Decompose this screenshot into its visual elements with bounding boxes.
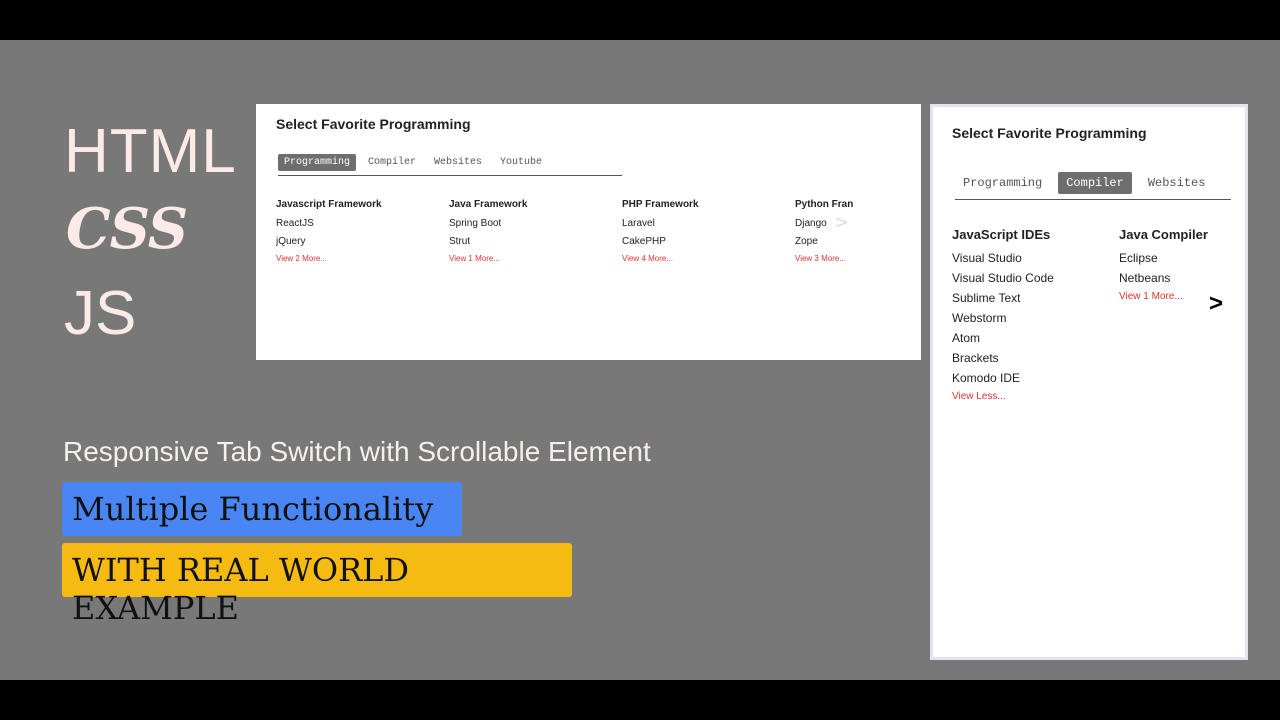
scroll-right-icon[interactable]: > <box>1209 290 1223 318</box>
tab-compiler[interactable]: Compiler <box>1058 171 1132 194</box>
list-item: CakePHP <box>622 236 666 247</box>
tab-programming[interactable]: Programming <box>278 153 357 171</box>
view-more-link[interactable]: View 2 More... <box>276 254 446 263</box>
list-item: Komodo IDE <box>952 371 1021 385</box>
card-title: Select Favorite Programming <box>276 116 471 132</box>
list-item: Laravel <box>622 218 655 229</box>
list-item: Webstorm <box>952 311 1007 325</box>
view-less-link[interactable]: View Less... <box>952 391 1112 402</box>
tab-youtube[interactable]: Youtube <box>494 154 548 171</box>
wide-tab-card: Select Favorite Programming Programming … <box>256 104 921 360</box>
column-java-framework: Java Framework Spring Boot Strut View 1 … <box>449 199 619 263</box>
list-item: Atom <box>952 331 981 345</box>
column-php-framework: PHP Framework Laravel CakePHP View 4 Mor… <box>622 199 792 263</box>
real-world-example-badge: WITH REAL WORLD EXAMPLE <box>62 543 572 627</box>
html-heading: HTML <box>64 117 237 186</box>
list-item: Strut <box>449 236 471 247</box>
tab-programming[interactable]: Programming <box>955 172 1050 194</box>
tab-compiler[interactable]: Compiler <box>362 154 422 171</box>
list-item: Visual Studio Code <box>952 271 1054 285</box>
tab-websites[interactable]: Websites <box>428 154 488 171</box>
tab-bar: Programming Compiler Websites <box>955 166 1231 200</box>
column-javascript-framework: Javascript Framework ReactJS jQuery View… <box>276 199 446 263</box>
column-heading: JavaScript IDEs <box>952 227 1051 242</box>
list-item: ReactJS <box>276 218 314 229</box>
list-item: Brackets <box>952 351 999 365</box>
column-heading: Java Compiler <box>1119 227 1208 242</box>
js-heading: JS <box>64 279 137 348</box>
view-more-link[interactable]: View 3 More... <box>795 254 855 263</box>
list-item: Sublime Text <box>952 291 1021 305</box>
tab-websites[interactable]: Websites <box>1140 172 1214 194</box>
css-heading: CSS <box>66 196 188 262</box>
multiple-functionality-badge: Multiple Functionality <box>62 482 462 536</box>
list-item: Spring Boot <box>449 218 502 229</box>
list-item: Netbeans <box>1119 271 1171 285</box>
tab-bar: Programming Compiler Websites Youtube <box>278 149 622 176</box>
view-more-link[interactable]: View 4 More... <box>622 254 792 263</box>
column-heading: Python Fran <box>795 199 854 210</box>
narrow-tab-card: Select Favorite Programming Programming … <box>930 104 1248 660</box>
video-subtitle: Responsive Tab Switch with Scrollable El… <box>63 436 651 467</box>
scroll-right-icon[interactable]: > <box>834 212 849 233</box>
column-javascript-ides: JavaScript IDEs Visual Studio Visual Stu… <box>952 227 1112 402</box>
card-title: Select Favorite Programming <box>952 125 1147 141</box>
list-item: Eclipse <box>1119 251 1158 265</box>
column-heading: Javascript Framework <box>276 199 382 210</box>
view-more-link[interactable]: View 1 More... <box>449 254 619 263</box>
list-item: Zope <box>795 236 818 247</box>
list-item: jQuery <box>276 236 306 247</box>
column-heading: Java Framework <box>449 199 528 210</box>
column-heading: PHP Framework <box>622 199 699 210</box>
list-item: Visual Studio <box>952 251 1022 265</box>
